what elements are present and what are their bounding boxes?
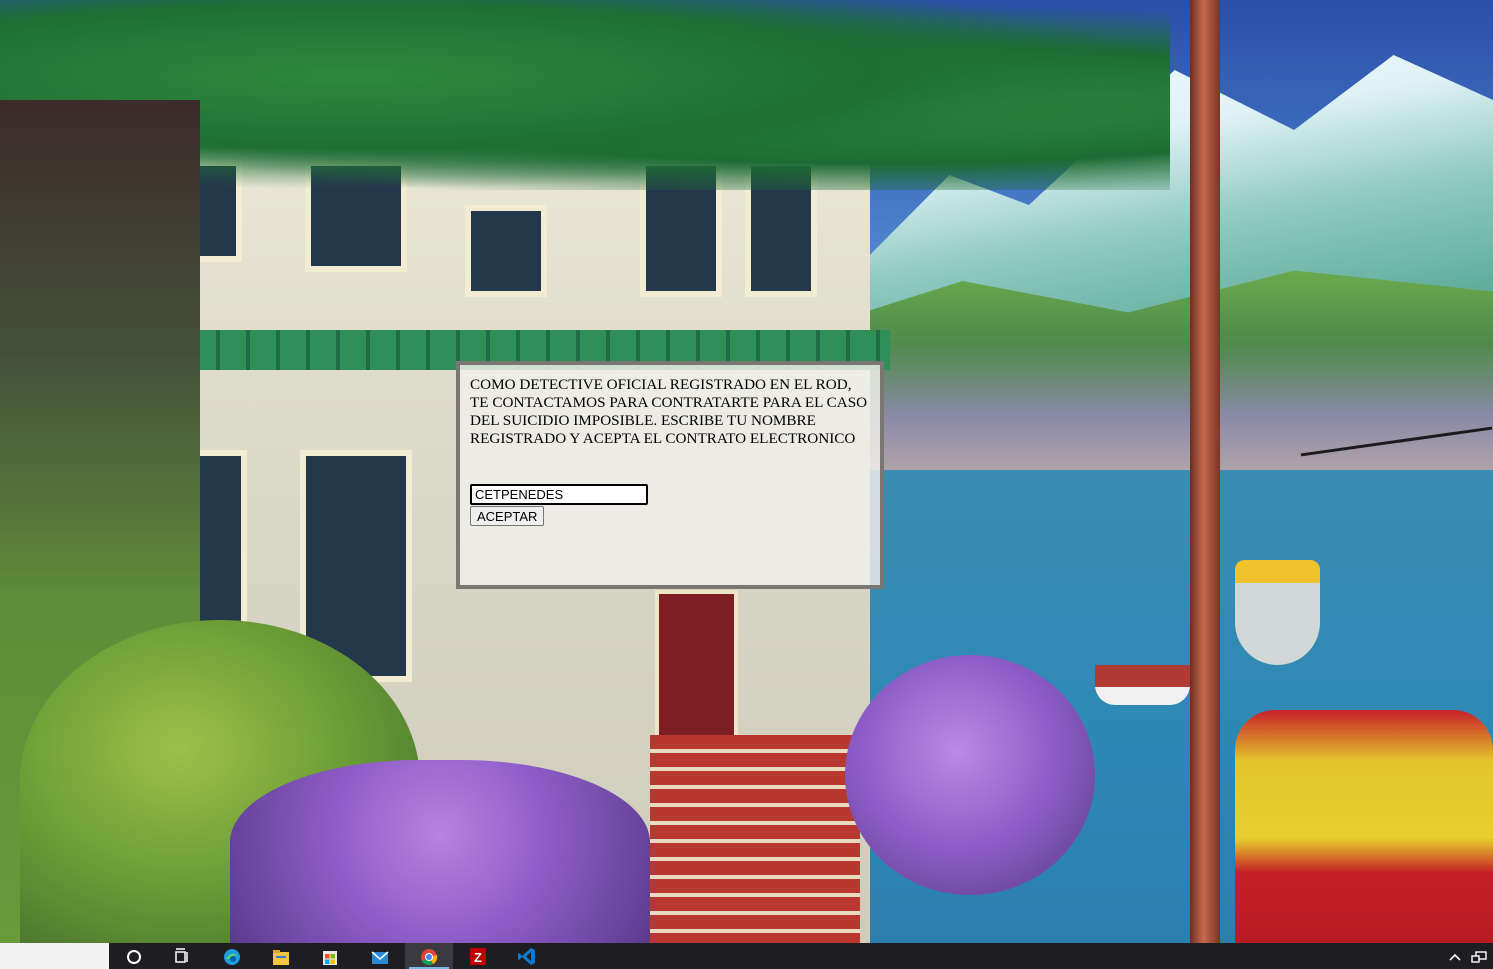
cortana-circle-icon bbox=[127, 950, 141, 964]
filezilla-button[interactable]: Z bbox=[454, 943, 502, 969]
filezilla-icon: Z bbox=[470, 948, 486, 965]
network-button[interactable] bbox=[1468, 943, 1490, 969]
chrome-icon bbox=[421, 949, 438, 965]
taskbar-search-box[interactable] bbox=[0, 943, 109, 969]
edge-icon bbox=[224, 949, 240, 965]
cortana-button[interactable] bbox=[110, 943, 158, 969]
taskbar: Z bbox=[0, 943, 1493, 969]
network-icon bbox=[1471, 951, 1487, 963]
edge-button[interactable] bbox=[208, 943, 256, 969]
store-button[interactable] bbox=[306, 943, 354, 969]
mail-button[interactable] bbox=[356, 943, 404, 969]
task-view-icon bbox=[175, 948, 188, 963]
vscode-icon bbox=[518, 948, 535, 965]
show-hidden-icons-button[interactable] bbox=[1444, 943, 1466, 969]
accept-button[interactable]: ACEPTAR bbox=[470, 506, 545, 526]
registered-name-input[interactable] bbox=[470, 484, 648, 505]
svg-text:Z: Z bbox=[474, 950, 482, 965]
task-view-button[interactable] bbox=[158, 943, 206, 969]
microsoft-store-icon bbox=[323, 951, 337, 965]
contract-dialog: COMO DETECTIVE OFICIAL REGISTRADO EN EL … bbox=[456, 361, 884, 589]
vscode-button[interactable] bbox=[503, 943, 551, 969]
file-explorer-button[interactable] bbox=[257, 943, 305, 969]
file-explorer-icon bbox=[273, 950, 289, 965]
chevron-up-icon bbox=[1449, 953, 1461, 961]
dialog-message: COMO DETECTIVE OFICIAL REGISTRADO EN EL … bbox=[470, 376, 868, 447]
chrome-button[interactable] bbox=[405, 943, 453, 969]
mail-icon bbox=[371, 951, 389, 964]
